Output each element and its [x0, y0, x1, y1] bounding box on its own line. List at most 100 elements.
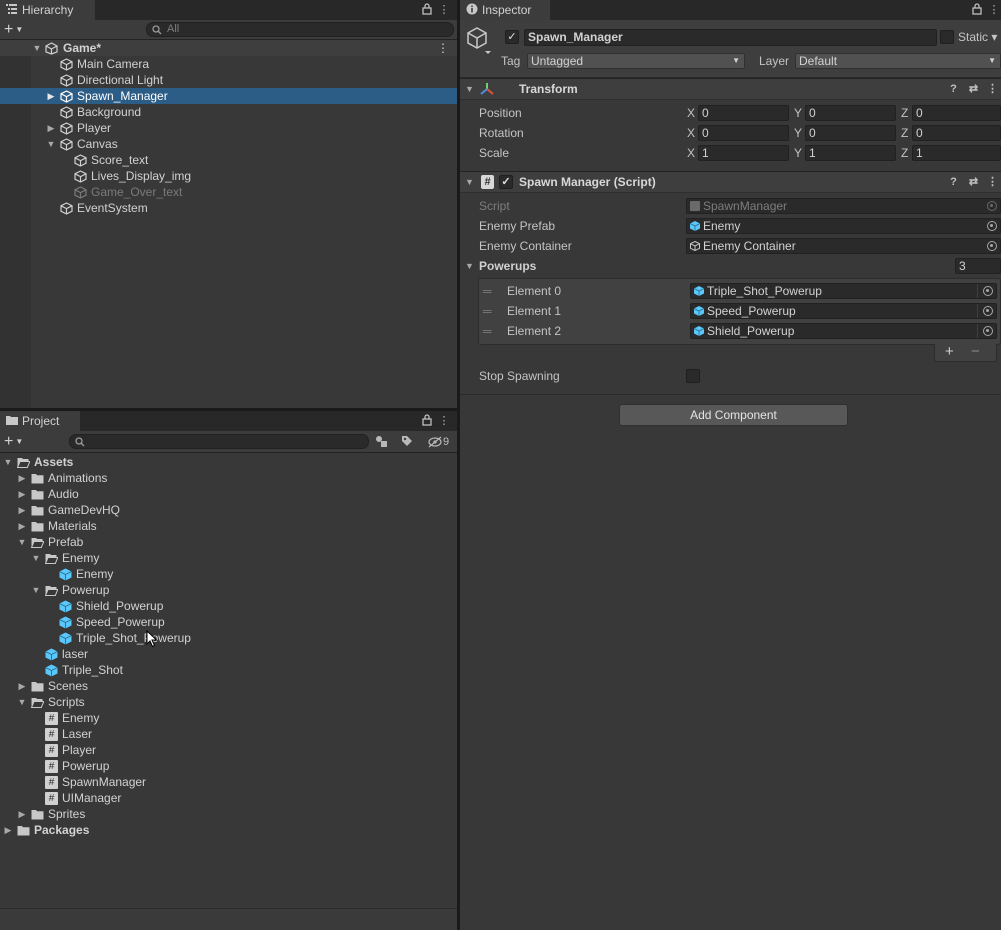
object-name-field[interactable]: Spawn_Manager — [524, 29, 937, 46]
y-field[interactable]: 0 — [805, 125, 896, 141]
x-field[interactable]: 0 — [698, 125, 789, 141]
enemy-container-field[interactable]: Enemy Container — [686, 238, 1001, 254]
z-axis-label[interactable]: Z — [901, 123, 908, 143]
z-field[interactable]: 1 — [912, 145, 1001, 161]
project-item[interactable]: ▶ Packages — [0, 822, 457, 838]
project-item[interactable]: ▶ Animations — [0, 470, 457, 486]
create-dropdown-button[interactable]: + ▼ — [4, 433, 32, 450]
project-item[interactable]: ▼ Scripts — [0, 694, 457, 710]
element-object-field[interactable]: Shield_Powerup — [690, 323, 997, 339]
object-picker-icon[interactable] — [983, 286, 993, 296]
tab-hierarchy[interactable]: Hierarchy — [0, 0, 95, 20]
expand-arrow-icon[interactable]: ▶ — [17, 806, 27, 822]
element-object-field[interactable]: Speed_Powerup — [690, 303, 997, 319]
project-search-input[interactable] — [69, 434, 369, 449]
active-checkbox[interactable]: ✓ — [505, 30, 519, 44]
expand-arrow-icon[interactable]: ▶ — [17, 486, 27, 502]
object-picker-icon[interactable] — [983, 326, 993, 336]
lock-icon[interactable] — [970, 3, 984, 17]
expand-arrow-icon[interactable]: ▶ — [17, 502, 27, 518]
y-field[interactable]: 1 — [805, 145, 896, 161]
component-menu-icon[interactable]: ⋮ — [986, 83, 999, 96]
x-axis-label[interactable]: X — [687, 103, 695, 123]
project-item[interactable]: laser — [0, 646, 457, 662]
z-axis-label[interactable]: Z — [901, 103, 908, 123]
expand-arrow-icon[interactable]: ▼ — [32, 40, 42, 56]
scene-menu-icon[interactable]: ⋮ — [437, 40, 449, 56]
z-field[interactable]: 0 — [912, 105, 1001, 121]
object-picker-icon[interactable] — [987, 221, 997, 231]
project-item[interactable]: ▶ GameDevHQ — [0, 502, 457, 518]
hierarchy-item[interactable]: ▼ Canvas — [0, 136, 457, 152]
foldout-arrow-icon[interactable]: ▼ — [465, 256, 474, 276]
static-label[interactable]: Static ▾ — [958, 30, 997, 44]
y-axis-label[interactable]: Y — [794, 123, 802, 143]
z-field[interactable]: 0 — [912, 125, 1001, 141]
project-item[interactable]: Triple_Shot_Powerup — [0, 630, 457, 646]
project-item[interactable]: ▶ Audio — [0, 486, 457, 502]
drag-handle-icon[interactable]: ═ — [483, 321, 492, 341]
expand-arrow-icon[interactable]: ▶ — [17, 518, 27, 534]
add-component-button[interactable]: Add Component — [619, 404, 848, 426]
more-menu-icon[interactable]: ⋮ — [987, 3, 1001, 17]
object-picker-icon[interactable] — [983, 306, 993, 316]
project-item[interactable]: ▼ Prefab — [0, 534, 457, 550]
gameobject-cube-icon[interactable] — [466, 26, 492, 56]
x-field[interactable]: 1 — [698, 145, 789, 161]
drag-handle-icon[interactable]: ═ — [483, 281, 492, 301]
project-item[interactable]: ▶ Scenes — [0, 678, 457, 694]
stop-spawning-checkbox[interactable] — [686, 369, 700, 383]
expand-arrow-icon[interactable]: ▶ — [3, 822, 13, 838]
more-menu-icon[interactable]: ⋮ — [437, 414, 451, 428]
expand-arrow-icon[interactable]: ▼ — [17, 694, 27, 710]
search-by-type-icon[interactable] — [374, 434, 394, 450]
remove-element-button[interactable]: − — [971, 344, 980, 360]
project-item[interactable]: # UIManager — [0, 790, 457, 806]
expand-arrow-icon[interactable]: ▶ — [46, 120, 56, 136]
expand-arrow-icon[interactable]: ▶ — [46, 88, 56, 104]
enemy-prefab-field[interactable]: Enemy — [686, 218, 1001, 234]
expand-arrow-icon[interactable]: ▼ — [46, 136, 56, 152]
project-item[interactable]: # Powerup — [0, 758, 457, 774]
expand-arrow-icon[interactable]: ▶ — [17, 678, 27, 694]
expand-arrow-icon[interactable]: ▼ — [31, 550, 41, 566]
project-item[interactable]: # Enemy — [0, 710, 457, 726]
drag-handle-icon[interactable]: ═ — [483, 301, 492, 321]
transform-header[interactable]: ▼ Transform ? ⇄ ⋮ — [460, 78, 1001, 100]
project-item[interactable]: # SpawnManager — [0, 774, 457, 790]
hierarchy-item[interactable]: ▶ Spawn_Manager — [0, 88, 457, 104]
create-dropdown-button[interactable]: + ▼ — [4, 21, 32, 38]
y-field[interactable]: 0 — [805, 105, 896, 121]
expand-arrow-icon[interactable]: ▶ — [17, 470, 27, 486]
project-item[interactable]: Triple_Shot — [0, 662, 457, 678]
layer-dropdown[interactable]: Default ▼ — [795, 53, 1001, 69]
x-field[interactable]: 0 — [698, 105, 789, 121]
help-icon[interactable]: ? — [947, 176, 960, 189]
hidden-packages-icon[interactable]: 9 — [427, 433, 455, 451]
tab-inspector[interactable]: Inspector — [460, 0, 550, 20]
help-icon[interactable]: ? — [947, 83, 960, 96]
search-by-label-icon[interactable] — [400, 434, 420, 450]
hierarchy-item[interactable]: Lives_Display_img — [0, 168, 457, 184]
component-menu-icon[interactable]: ⋮ — [986, 176, 999, 189]
hierarchy-item[interactable]: EventSystem — [0, 200, 457, 216]
more-menu-icon[interactable]: ⋮ — [437, 3, 451, 17]
hierarchy-item[interactable]: Directional Light — [0, 72, 457, 88]
hierarchy-search-input[interactable]: All — [146, 22, 454, 37]
z-axis-label[interactable]: Z — [901, 143, 908, 163]
hierarchy-item[interactable]: Main Camera — [0, 56, 457, 72]
tab-project[interactable]: Project — [0, 411, 80, 431]
foldout-arrow-icon[interactable]: ▼ — [465, 172, 474, 192]
lock-icon[interactable] — [420, 414, 434, 428]
y-axis-label[interactable]: Y — [794, 143, 802, 163]
hierarchy-item[interactable]: ▶ Player — [0, 120, 457, 136]
project-item[interactable]: ▶ Materials — [0, 518, 457, 534]
expand-arrow-icon[interactable]: ▼ — [31, 582, 41, 598]
project-item[interactable]: ▼ Enemy — [0, 550, 457, 566]
y-axis-label[interactable]: Y — [794, 103, 802, 123]
project-item[interactable]: Enemy — [0, 566, 457, 582]
hierarchy-item[interactable]: Background — [0, 104, 457, 120]
panel-divider-horizontal[interactable] — [0, 408, 458, 411]
script-component-header[interactable]: ▼ # ✓ Spawn Manager (Script) ? ⇄ ⋮ — [460, 171, 1001, 193]
component-enabled-checkbox[interactable]: ✓ — [499, 175, 513, 189]
